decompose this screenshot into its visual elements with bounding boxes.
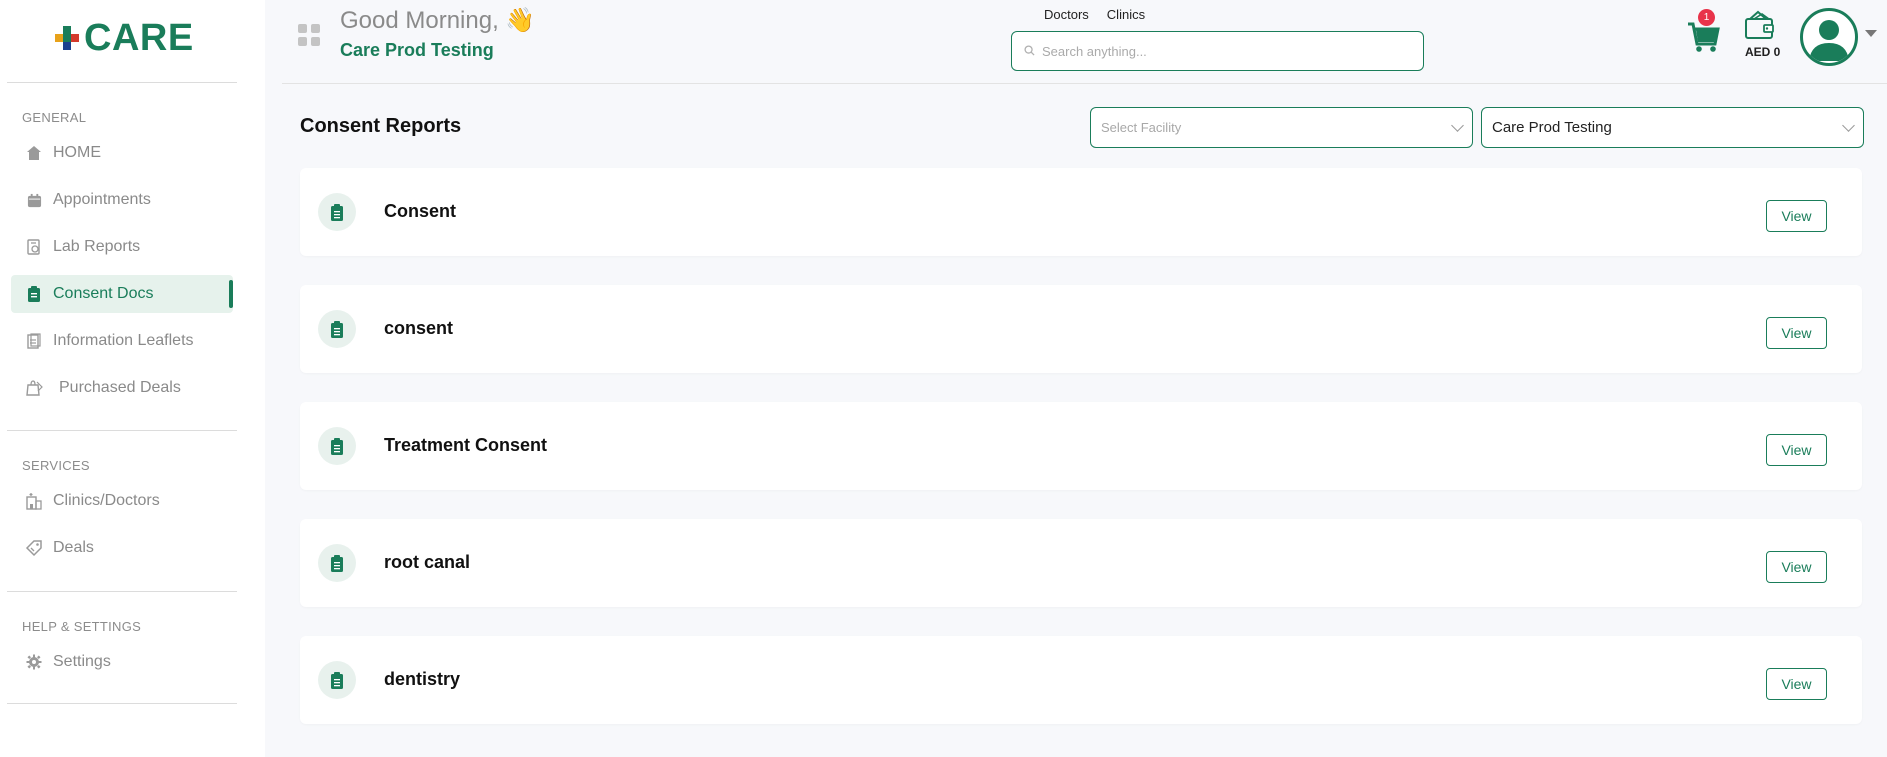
- chevron-down-icon: [1842, 119, 1855, 132]
- brand-name: CARE: [84, 16, 194, 59]
- chevron-down-icon: [1451, 119, 1464, 132]
- leaflet-icon: [25, 332, 43, 350]
- search-tabs: Doctors Clinics: [1044, 7, 1145, 22]
- clipboard-icon: [25, 285, 43, 303]
- search-box[interactable]: [1011, 31, 1424, 71]
- sidebar-item-label: Settings: [53, 653, 111, 670]
- deal-bag-icon: [25, 379, 43, 397]
- sidebar-item-purchased-deals[interactable]: Purchased Deals: [11, 369, 233, 407]
- search-tab-doctors[interactable]: Doctors: [1044, 7, 1089, 22]
- tag-icon: [25, 539, 43, 557]
- sidebar-item-label: Clinics/Doctors: [53, 492, 160, 509]
- sidebar-item-deals[interactable]: Deals: [11, 529, 233, 567]
- search-icon: [1024, 45, 1036, 57]
- sidebar-item-label: Deals: [53, 539, 94, 556]
- consent-report-card: dentistry View: [300, 636, 1862, 724]
- view-button[interactable]: View: [1766, 551, 1827, 583]
- view-button[interactable]: View: [1766, 200, 1827, 232]
- clipboard-icon: [318, 544, 356, 582]
- section-label-help-settings: HELP & SETTINGS: [22, 619, 142, 634]
- consent-report-title: Consent: [384, 201, 456, 221]
- organization-select-value: Care Prod Testing: [1492, 119, 1612, 136]
- consent-report-card: root canal View: [300, 519, 1862, 607]
- calendar-icon: [25, 191, 43, 209]
- sidebar-item-lab-reports[interactable]: Lab Reports: [11, 228, 233, 266]
- section-label-services: SERVICES: [22, 458, 90, 473]
- sidebar-divider: [7, 591, 237, 592]
- sidebar: CARE GENERAL HOME Appointments Lab Repor…: [0, 0, 265, 757]
- sidebar-divider: [7, 430, 237, 431]
- view-button[interactable]: View: [1766, 668, 1827, 700]
- lab-report-icon: [25, 238, 43, 256]
- view-button[interactable]: View: [1766, 434, 1827, 466]
- medical-cross-icon: [52, 23, 82, 53]
- care-logo[interactable]: CARE: [52, 16, 194, 59]
- consent-report-title: Treatment Consent: [384, 435, 548, 455]
- consent-report-card: Consent View: [300, 168, 1862, 256]
- section-label-general: GENERAL: [22, 110, 87, 125]
- sidebar-item-consent-docs[interactable]: Consent Docs: [11, 275, 233, 313]
- clipboard-icon: [318, 661, 356, 699]
- home-icon: [25, 144, 43, 162]
- sidebar-item-appointments[interactable]: Appointments: [11, 181, 233, 219]
- clipboard-icon: [318, 310, 356, 348]
- consent-report-title: dentistry: [384, 669, 461, 689]
- cart-count-badge: 1: [1698, 9, 1715, 26]
- page-title: Consent Reports: [300, 115, 462, 137]
- wallet-balance: AED 0: [1745, 45, 1781, 59]
- top-header: Good Morning, 👋 Care Prod Testing Doctor…: [282, 0, 1887, 84]
- consent-report-title: consent: [384, 318, 454, 338]
- sidebar-item-label: Information Leaflets: [53, 332, 194, 349]
- chevron-down-icon[interactable]: [1865, 30, 1877, 37]
- consent-report-card: consent View: [300, 285, 1862, 373]
- sidebar-divider: [7, 703, 237, 704]
- sidebar-item-label: Purchased Deals: [59, 379, 181, 396]
- sidebar-item-clinics-doctors[interactable]: Clinics/Doctors: [11, 482, 233, 520]
- sidebar-divider: [7, 82, 237, 83]
- gear-icon: [25, 653, 43, 671]
- search-input[interactable]: [1042, 43, 1402, 59]
- avatar[interactable]: [1800, 8, 1858, 66]
- greeting-text: Good Morning, 👋: [340, 7, 536, 34]
- sidebar-item-label: HOME: [53, 144, 101, 161]
- consent-report-card: Treatment Consent View: [300, 402, 1862, 490]
- org-name: Care Prod Testing: [340, 40, 494, 60]
- apps-grid-icon[interactable]: [298, 24, 320, 46]
- consent-report-title: root canal: [384, 552, 471, 572]
- clipboard-icon: [318, 193, 356, 231]
- facility-select[interactable]: Select Facility: [1090, 107, 1473, 148]
- sidebar-item-label: Consent Docs: [53, 285, 154, 302]
- sidebar-item-label: Appointments: [53, 191, 151, 208]
- sidebar-item-label: Lab Reports: [53, 238, 141, 255]
- organization-select[interactable]: Care Prod Testing: [1481, 107, 1864, 148]
- sidebar-item-settings[interactable]: Settings: [11, 643, 233, 681]
- clipboard-icon: [318, 427, 356, 465]
- search-tab-clinics[interactable]: Clinics: [1107, 7, 1145, 22]
- clinic-icon: [25, 492, 43, 510]
- sidebar-item-home[interactable]: HOME: [11, 134, 233, 172]
- facility-select-placeholder: Select Facility: [1101, 120, 1182, 135]
- wallet-icon[interactable]: [1744, 10, 1776, 40]
- view-button[interactable]: View: [1766, 317, 1827, 349]
- sidebar-item-information-leaflets[interactable]: Information Leaflets: [11, 322, 233, 360]
